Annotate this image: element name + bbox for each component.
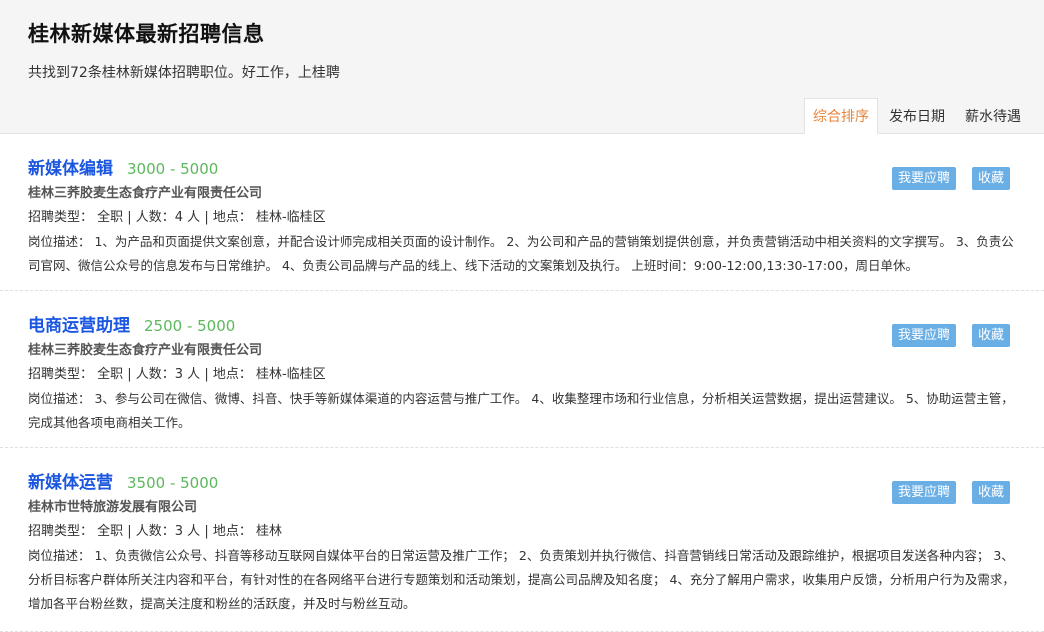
apply-button[interactable]: 我要应聘: [891, 167, 956, 190]
job-description: 岗位描述： 3、参与公司在微信、微博、抖音、快手等新媒体渠道的内容运营与推广工作…: [28, 391, 1014, 430]
job-title-link[interactable]: 电商运营助理: [28, 311, 130, 336]
job-company: 桂林三荞胶麦生态食疗产业有限责任公司: [28, 186, 263, 201]
job-salary: 2500 - 5000: [144, 317, 236, 335]
job-listing: 电商运营助理 2500 - 5000 桂林三荞胶麦生态食疗产业有限责任公司 招聘…: [0, 291, 1044, 448]
job-meta: 招聘类型： 全职 | 人数：4 人 | 地点： 桂林-临桂区: [28, 210, 326, 225]
favorite-button[interactable]: 收藏: [971, 481, 1010, 504]
sort-tabs: 综合排序 发布日期 薪水待遇: [802, 98, 1030, 134]
job-salary: 3000 - 5000: [127, 160, 219, 178]
job-meta: 招聘类型： 全职 | 人数：3 人 | 地点： 桂林: [28, 524, 282, 539]
job-listing: 新媒体编辑 3000 - 5000 桂林三荞胶麦生态食疗产业有限责任公司 招聘类…: [0, 134, 1044, 291]
job-title-line: 新媒体编辑 3000 - 5000: [28, 154, 218, 179]
job-meta: 招聘类型： 全职 | 人数：3 人 | 地点： 桂林-临桂区: [28, 367, 326, 382]
tab-sort-salary[interactable]: 薪水待遇: [956, 98, 1030, 134]
page-header: 桂林新媒体最新招聘信息 共找到72条桂林新媒体招聘职位。好工作，上桂聘 综合排序…: [0, 0, 1044, 134]
job-actions: 我要应聘 收藏: [876, 324, 1010, 347]
job-title-link[interactable]: 新媒体运营: [28, 468, 113, 493]
job-listing: 新媒体运营 3500 - 5000 桂林市世特旅游发展有限公司 招聘类型： 全职…: [0, 448, 1044, 632]
job-company: 桂林市世特旅游发展有限公司: [28, 500, 198, 515]
job-salary: 3500 - 5000: [127, 474, 219, 492]
job-title-link[interactable]: 新媒体编辑: [28, 154, 113, 179]
apply-button[interactable]: 我要应聘: [891, 324, 956, 347]
tab-sort-comprehensive[interactable]: 综合排序: [804, 98, 878, 134]
favorite-button[interactable]: 收藏: [971, 167, 1010, 190]
job-list: 新媒体编辑 3000 - 5000 桂林三荞胶麦生态食疗产业有限责任公司 招聘类…: [0, 134, 1044, 632]
job-actions: 我要应聘 收藏: [876, 167, 1010, 190]
job-description: 岗位描述： 1、负责微信公众号、抖音等移动互联网自媒体平台的日常运营及推广工作；…: [28, 548, 1015, 611]
job-actions: 我要应聘 收藏: [876, 481, 1010, 504]
page-title: 桂林新媒体最新招聘信息: [28, 22, 265, 46]
job-title-line: 新媒体运营 3500 - 5000: [28, 468, 218, 493]
page-subtitle: 共找到72条桂林新媒体招聘职位。好工作，上桂聘: [28, 65, 340, 81]
job-company: 桂林三荞胶麦生态食疗产业有限责任公司: [28, 343, 263, 358]
job-description: 岗位描述： 1、为产品和页面提供文案创意，并配合设计师完成相关页面的设计制作。 …: [28, 234, 1014, 273]
apply-button[interactable]: 我要应聘: [891, 481, 956, 504]
favorite-button[interactable]: 收藏: [971, 324, 1010, 347]
job-title-line: 电商运营助理 2500 - 5000: [28, 311, 235, 336]
tab-sort-publish-date[interactable]: 发布日期: [880, 98, 954, 134]
